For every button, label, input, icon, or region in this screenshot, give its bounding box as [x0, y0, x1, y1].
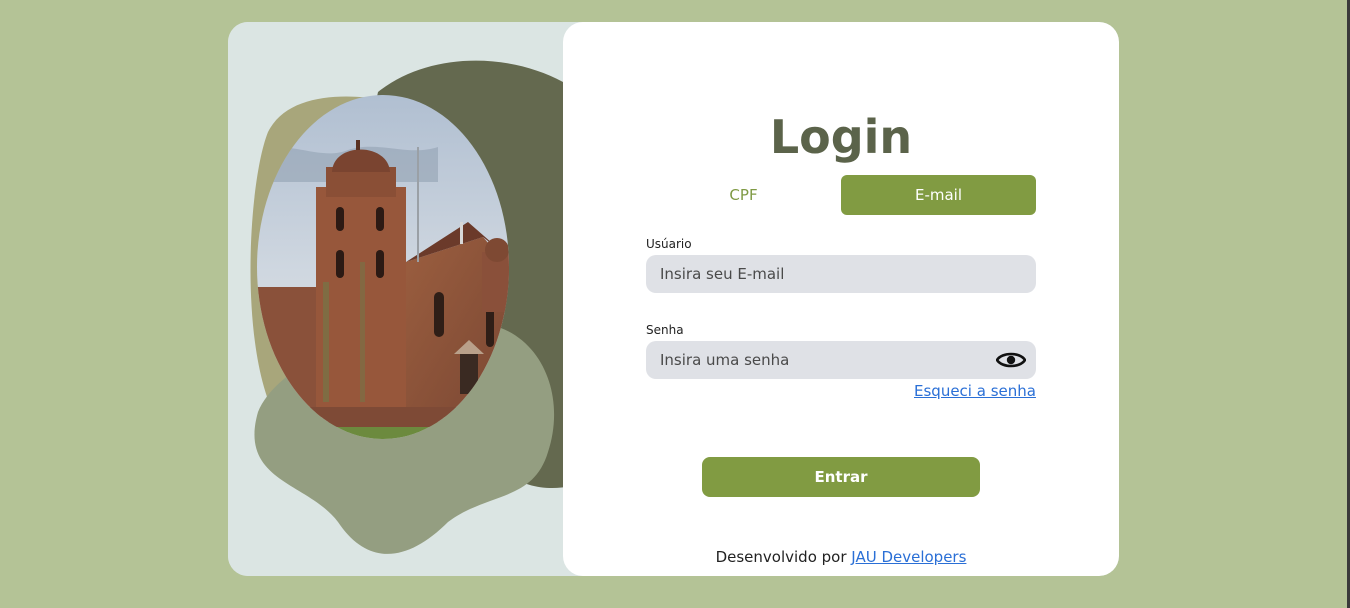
illustration-panel [228, 22, 588, 576]
email-placeholder: Insira seu E-mail [660, 265, 785, 283]
password-placeholder: Insira uma senha [660, 351, 790, 369]
submit-button[interactable]: Entrar [702, 457, 980, 497]
page-title: Login [769, 110, 913, 164]
church-illustration [250, 60, 588, 554]
tab-email[interactable]: E-mail [841, 175, 1036, 215]
eye-icon[interactable] [996, 350, 1026, 370]
footer-prefix: Desenvolvido por [715, 548, 852, 566]
user-label: Usúario [646, 237, 692, 251]
password-label: Senha [646, 323, 684, 337]
login-card: Login CPF E-mail Usúario Insira seu E-ma… [228, 22, 1119, 576]
login-page: Login CPF E-mail Usúario Insira seu E-ma… [0, 0, 1350, 608]
tab-cpf[interactable]: CPF [646, 175, 841, 215]
forgot-password-link[interactable]: Esqueci a senha [914, 382, 1036, 400]
footer-credit: Desenvolvido por JAU Developers [563, 548, 1119, 566]
email-field[interactable]: Insira seu E-mail [646, 255, 1036, 293]
password-field[interactable]: Insira uma senha [646, 341, 1036, 379]
login-form-panel: Login CPF E-mail Usúario Insira seu E-ma… [563, 22, 1119, 576]
developer-link[interactable]: JAU Developers [851, 548, 966, 566]
